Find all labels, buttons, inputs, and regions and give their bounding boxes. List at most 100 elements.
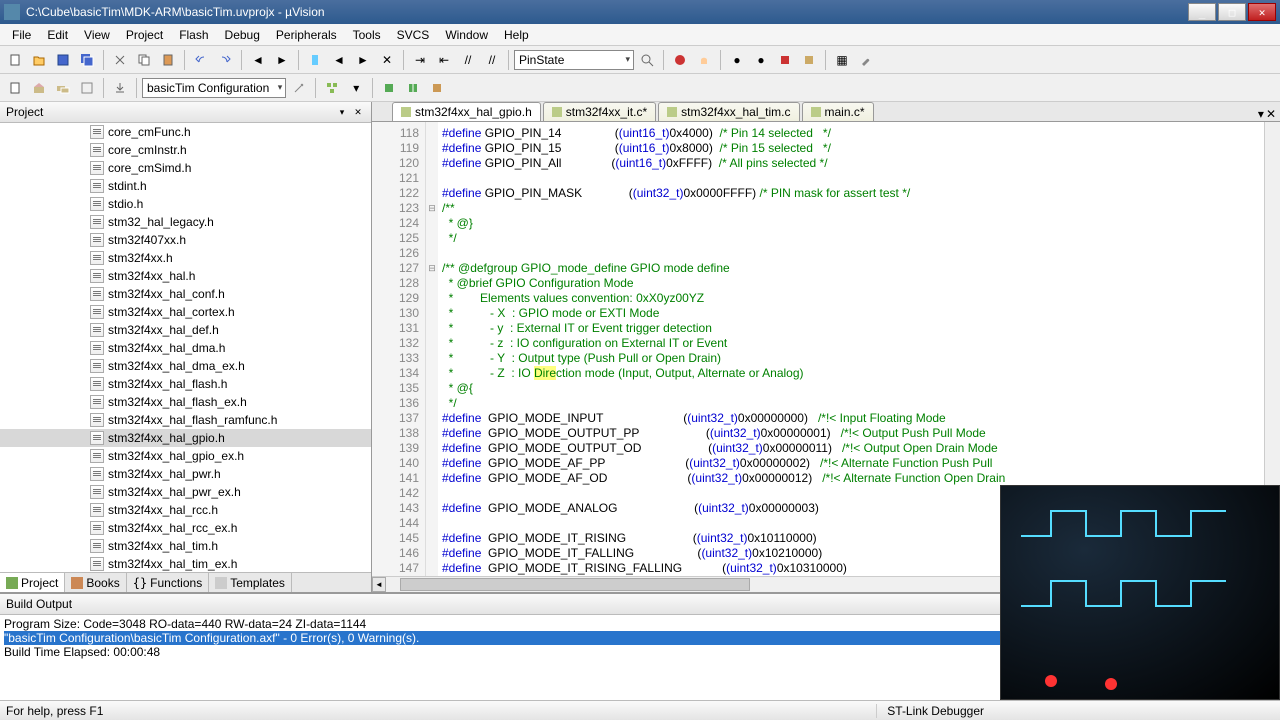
menu-debug[interactable]: Debug (217, 26, 268, 44)
minimize-button[interactable]: _ (1188, 3, 1216, 21)
build-button[interactable] (28, 77, 50, 99)
menu-tools[interactable]: Tools (345, 26, 389, 44)
bookmark-prev-button[interactable]: ◄ (328, 49, 350, 71)
status-debugger: ST-Link Debugger (876, 704, 994, 718)
new-file-button[interactable] (4, 49, 26, 71)
translate-button[interactable] (4, 77, 26, 99)
tree-file-item[interactable]: stm32f4xx_hal_dma.h (0, 339, 371, 357)
panel-pin-button[interactable]: ▾ (335, 105, 349, 119)
menu-file[interactable]: File (4, 26, 39, 44)
tree-file-item[interactable]: stm32f4xx.h (0, 249, 371, 267)
find-button[interactable] (636, 49, 658, 71)
find-combo[interactable]: PinState (514, 50, 634, 70)
breakpoint-button[interactable] (693, 49, 715, 71)
menu-peripherals[interactable]: Peripherals (268, 26, 345, 44)
tree-file-item[interactable]: stdint.h (0, 177, 371, 195)
nav-fwd-button[interactable]: ► (271, 49, 293, 71)
tree-file-item[interactable]: stm32f4xx_hal_pwr_ex.h (0, 483, 371, 501)
tree-file-item[interactable]: stm32f4xx_hal_rcc_ex.h (0, 519, 371, 537)
tb-a[interactable]: ● (726, 49, 748, 71)
hscroll-left[interactable]: ◄ (372, 577, 386, 592)
open-button[interactable] (28, 49, 50, 71)
tab-close-button[interactable]: ✕ (1266, 107, 1276, 121)
menu-project[interactable]: Project (118, 26, 171, 44)
copy-button[interactable] (133, 49, 155, 71)
pack3-button[interactable] (426, 77, 448, 99)
tab-hal-tim[interactable]: stm32f4xx_hal_tim.c (658, 102, 799, 121)
redo-button[interactable] (214, 49, 236, 71)
project-tree[interactable]: core_cmFunc.hcore_cmInstr.hcore_cmSimd.h… (0, 123, 371, 572)
pack2-button[interactable] (402, 77, 424, 99)
tab-hal-gpio[interactable]: stm32f4xx_hal_gpio.h (392, 102, 541, 121)
pack-button[interactable] (378, 77, 400, 99)
tab-main-c[interactable]: main.c* (802, 102, 874, 121)
tb-d[interactable] (798, 49, 820, 71)
menu-edit[interactable]: Edit (39, 26, 76, 44)
fold-gutter[interactable]: ⊟⊟ (426, 122, 438, 576)
menu-view[interactable]: View (76, 26, 118, 44)
tb-b[interactable]: ● (750, 49, 772, 71)
tree-file-item[interactable]: stdio.h (0, 195, 371, 213)
tree-file-item[interactable]: stm32f4xx_hal_flash_ramfunc.h (0, 411, 371, 429)
save-button[interactable] (52, 49, 74, 71)
tree-file-item[interactable]: stm32f4xx_hal_gpio_ex.h (0, 447, 371, 465)
options-button[interactable] (288, 77, 310, 99)
bookmark-button[interactable] (304, 49, 326, 71)
bookmark-clear-button[interactable]: ✕ (376, 49, 398, 71)
menu-flash[interactable]: Flash (171, 26, 216, 44)
save-all-button[interactable] (76, 49, 98, 71)
tab-templates[interactable]: Templates (209, 573, 292, 592)
uncomment-button[interactable]: // (481, 49, 503, 71)
menu-svcs[interactable]: SVCS (389, 26, 438, 44)
tree-file-item[interactable]: stm32f4xx_hal_flash_ex.h (0, 393, 371, 411)
paste-button[interactable] (157, 49, 179, 71)
tab-books[interactable]: Books (65, 573, 126, 592)
bookmark-next-button[interactable]: ► (352, 49, 374, 71)
menu-help[interactable]: Help (496, 26, 537, 44)
tree-file-item[interactable]: stm32f4xx_hal_conf.h (0, 285, 371, 303)
tree-file-item[interactable]: core_cmInstr.h (0, 141, 371, 159)
tb-c[interactable] (774, 49, 796, 71)
rebuild-button[interactable] (52, 77, 74, 99)
tree-file-item[interactable]: stm32f4xx_hal_tim_ex.h (0, 555, 371, 572)
target-combo[interactable]: basicTim Configuration (142, 78, 286, 98)
menu-window[interactable]: Window (437, 26, 496, 44)
download-button[interactable] (109, 77, 131, 99)
tab-project[interactable]: Project (0, 573, 65, 592)
tree-file-item[interactable]: stm32f4xx_hal_rcc.h (0, 501, 371, 519)
maximize-button[interactable]: □ (1218, 3, 1246, 21)
tree-file-item[interactable]: stm32_hal_legacy.h (0, 213, 371, 231)
tree-file-item[interactable]: core_cmSimd.h (0, 159, 371, 177)
batch-icon (80, 81, 94, 95)
panel-close-button[interactable]: ✕ (351, 105, 365, 119)
tab-functions[interactable]: {}Functions (127, 573, 209, 592)
tree-file-item[interactable]: stm32f4xx_hal_tim.h (0, 537, 371, 555)
tree-file-item[interactable]: stm32f4xx_hal_gpio.h (0, 429, 371, 447)
debug-button[interactable] (669, 49, 691, 71)
batch-build-button[interactable] (76, 77, 98, 99)
cut-button[interactable] (109, 49, 131, 71)
close-button[interactable]: ✕ (1248, 3, 1276, 21)
tree-file-item[interactable]: stm32f4xx_hal.h (0, 267, 371, 285)
manage-button[interactable] (321, 77, 343, 99)
tree-file-item[interactable]: stm32f407xx.h (0, 231, 371, 249)
tab-it-c[interactable]: stm32f4xx_it.c* (543, 102, 656, 121)
indent-button[interactable]: ⇥ (409, 49, 431, 71)
tab-dropdown-button[interactable]: ▾ (1258, 107, 1264, 121)
outdent-button[interactable]: ⇤ (433, 49, 455, 71)
tree-file-item[interactable]: core_cmFunc.h (0, 123, 371, 141)
window-button[interactable]: ▦ (831, 49, 853, 71)
comment-button[interactable]: // (457, 49, 479, 71)
tree-file-item[interactable]: stm32f4xx_hal_dma_ex.h (0, 357, 371, 375)
undo-button[interactable] (190, 49, 212, 71)
nav-back-button[interactable]: ◄ (247, 49, 269, 71)
tree-file-item[interactable]: stm32f4xx_hal_flash.h (0, 375, 371, 393)
config-button[interactable] (855, 49, 877, 71)
build-icon (32, 81, 46, 95)
manage2-button[interactable]: ▾ (345, 77, 367, 99)
hscroll-thumb[interactable] (400, 578, 750, 591)
tree-file-item[interactable]: stm32f4xx_hal_pwr.h (0, 465, 371, 483)
pack2-icon (406, 81, 420, 95)
tree-file-item[interactable]: stm32f4xx_hal_def.h (0, 321, 371, 339)
tree-file-item[interactable]: stm32f4xx_hal_cortex.h (0, 303, 371, 321)
